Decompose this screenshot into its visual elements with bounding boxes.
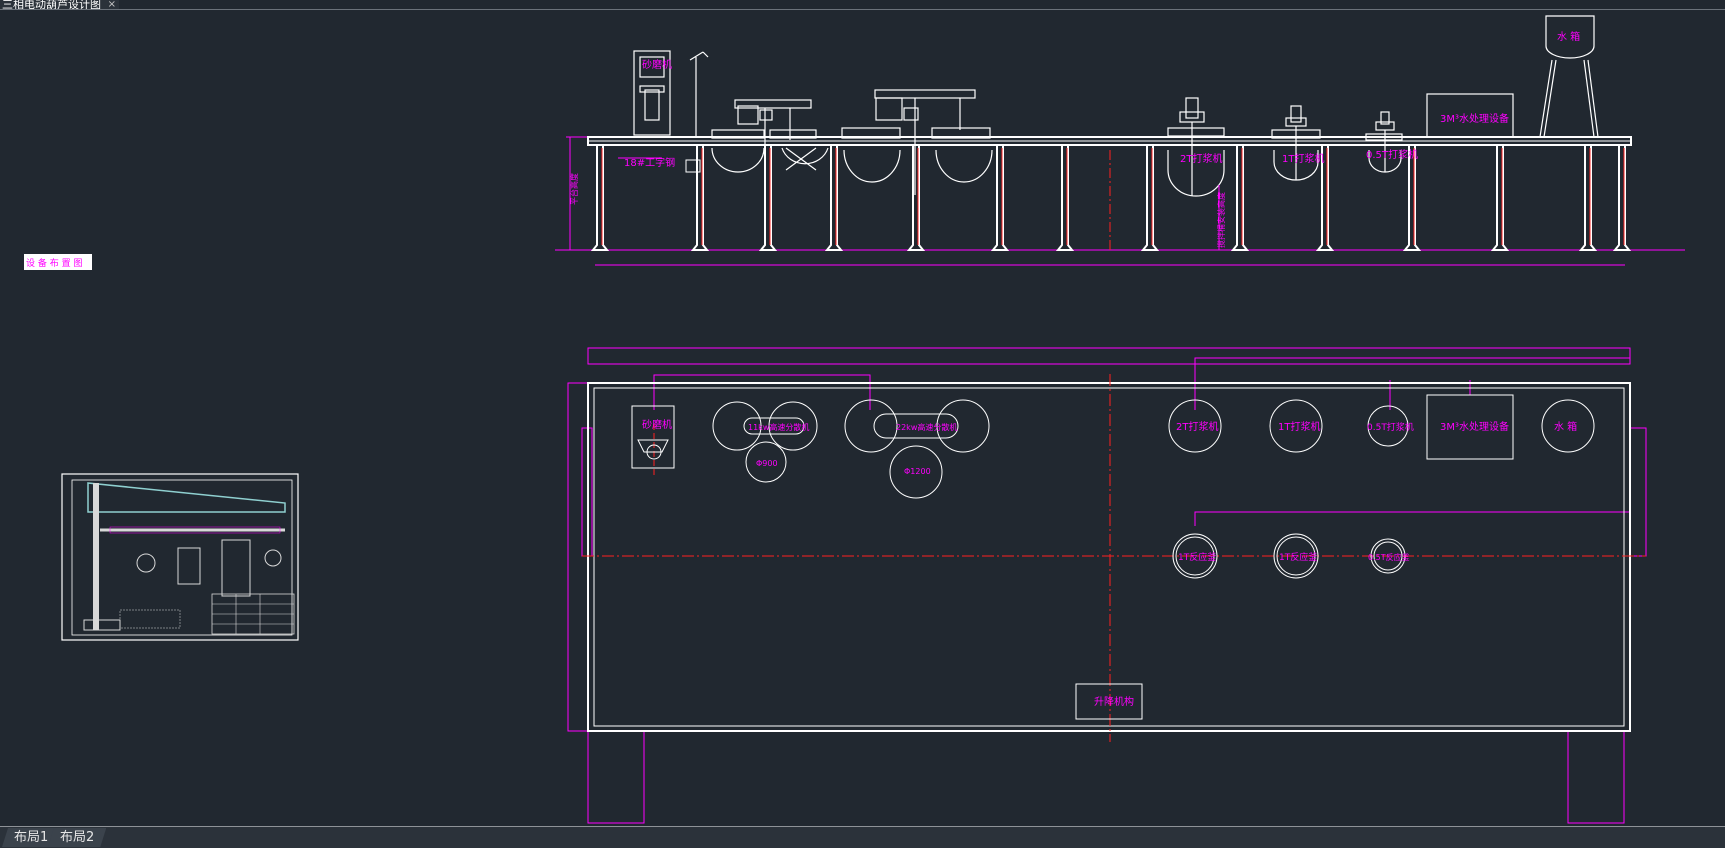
- disperser-b-label: 22kw高速分散机: [896, 422, 957, 432]
- thumbnail-drawing[interactable]: [61, 473, 299, 641]
- platform-leg: [1055, 145, 1075, 251]
- reactor-1t-a-label: 1T反应釜: [1178, 551, 1216, 563]
- pump-1t-label: 1T打浆机: [1282, 152, 1324, 165]
- legend-box-label: 设 备 布 置 图: [26, 257, 82, 269]
- disperser-b-plan: [844, 399, 990, 499]
- grinder-label: 砂磨机: [642, 58, 672, 71]
- reactor-1t-b-label: 1T反应釜: [1279, 551, 1317, 563]
- tank-a-label: Φ900: [756, 459, 778, 468]
- platform-leg: [1612, 145, 1632, 251]
- platform-leg: [1230, 145, 1250, 251]
- pump-2t-label: 2T打浆机: [1180, 152, 1222, 165]
- water-treatment-label: 3M³水处理设备: [1440, 112, 1509, 125]
- disperser-a-plan: [712, 401, 818, 483]
- pump-1t-plan-label: 1T打浆机: [1278, 420, 1320, 433]
- pump-2t-elevation: [1167, 97, 1225, 197]
- water-treatment-plan-label: 3M³水处理设备: [1440, 420, 1509, 433]
- platform-leg: [1578, 145, 1598, 251]
- pump-2t-plan-label: 2T打浆机: [1176, 420, 1218, 433]
- platform-leg: [758, 145, 778, 251]
- reactor-05t-label: 0.5T反应釜: [1368, 552, 1410, 562]
- grinder-plan-label: 砂磨机: [642, 418, 672, 431]
- pump-05t-plan-label: 0.5T打浆机: [1367, 421, 1414, 433]
- drawing-canvas[interactable]: 平台高度 砂磨机 18#工字钢 2T打浆机 搅拌桶安装高度 1T打浆机 0.5T…: [0, 0, 1725, 826]
- platform-leg: [1490, 145, 1510, 251]
- platform-leg: [1140, 145, 1160, 251]
- tab-layout-2[interactable]: 布局2: [48, 828, 106, 847]
- platform-legs: [590, 145, 1632, 251]
- disperser-b-elevation: [841, 89, 993, 195]
- layout-tab-bar-background: [0, 827, 1725, 848]
- height-dim-mid: 搅拌桶安装高度: [1216, 192, 1226, 248]
- tank-b-label: Φ1200: [904, 467, 931, 476]
- lift-label: 升降机构: [1094, 695, 1134, 708]
- plan-view: 砂磨机 11kw高速分散机 Φ900 22kw高速分散机 Φ1200 2T打浆机…: [567, 347, 1647, 824]
- height-dim-left: 平台高度: [569, 173, 579, 205]
- platform-leg: [590, 145, 610, 251]
- elevation-view: 平台高度 砂磨机 18#工字钢 2T打浆机 搅拌桶安装高度 1T打浆机 0.5T…: [555, 15, 1685, 266]
- pump-1t-elevation: [1271, 105, 1321, 181]
- water-tank-label: 水 箱: [1557, 30, 1580, 43]
- platform-leg: [990, 145, 1010, 251]
- pump-05t-label: 0.5T打浆机: [1366, 148, 1418, 161]
- pump-05t-elevation: [1365, 111, 1403, 173]
- platform-leg: [824, 145, 844, 251]
- disperser-a-label: 11kw高速分散机: [748, 422, 809, 432]
- layout-tab-bar: 布局1 布局2: [0, 826, 1725, 848]
- water-tank-plan-label: 水 箱: [1554, 420, 1577, 433]
- platform-leg: [906, 145, 926, 251]
